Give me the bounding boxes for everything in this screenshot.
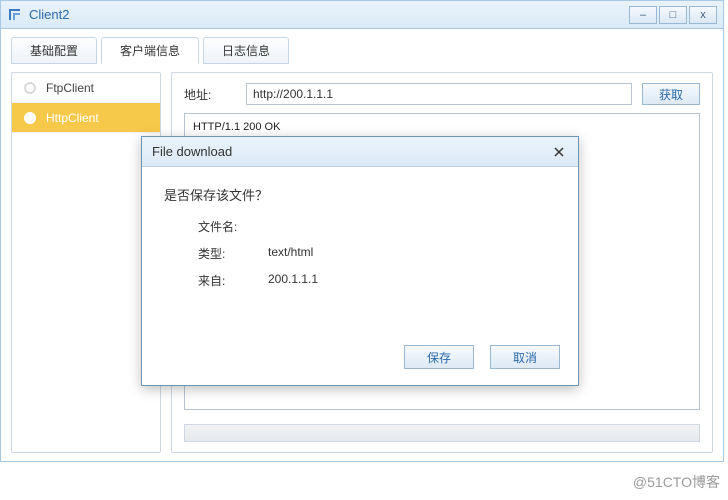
from-value: 200.1.1.1 — [268, 272, 318, 289]
tab-client-info[interactable]: 客户端信息 — [101, 37, 199, 64]
sidebar-item-httpclient[interactable]: HttpClient — [12, 103, 160, 133]
sidebar: FtpClient HttpClient — [11, 72, 161, 453]
address-label: 地址: — [184, 86, 236, 103]
type-value: text/html — [268, 245, 313, 262]
dialog-close-button[interactable] — [550, 143, 568, 161]
cancel-button[interactable]: 取消 — [490, 345, 560, 369]
dialog-titlebar: File download — [142, 137, 578, 167]
dialog-body: 是否保存该文件？ 文件名: 类型: text/html 来自: 200.1.1.… — [142, 167, 578, 335]
address-input[interactable] — [246, 83, 632, 105]
close-icon — [553, 146, 565, 158]
sidebar-item-label: HttpClient — [46, 111, 99, 125]
from-label: 来自: — [198, 272, 268, 289]
dialog-row-type: 类型: text/html — [198, 245, 556, 262]
app-icon — [7, 7, 23, 23]
dialog-prompt: 是否保存该文件？ — [164, 185, 556, 204]
fetch-button[interactable]: 获取 — [642, 83, 700, 105]
dialog-row-from: 来自: 200.1.1.1 — [198, 272, 556, 289]
window-title: Client2 — [29, 7, 629, 22]
maximize-button[interactable]: □ — [659, 6, 687, 24]
close-button[interactable]: x — [689, 6, 717, 24]
watermark: @51CTO博客 — [633, 472, 720, 492]
minimize-button[interactable]: – — [629, 6, 657, 24]
radio-icon — [24, 82, 36, 94]
tab-log-info[interactable]: 日志信息 — [203, 37, 289, 64]
file-download-dialog: File download 是否保存该文件？ 文件名: 类型: text/htm… — [141, 136, 579, 386]
filename-label: 文件名: — [198, 218, 268, 235]
app-window: Client2 – □ x 基础配置 客户端信息 日志信息 FtpClient … — [0, 0, 724, 462]
titlebar: Client2 – □ x — [1, 1, 723, 29]
status-bar — [184, 424, 700, 442]
dialog-actions: 保存 取消 — [142, 335, 578, 385]
dialog-title: File download — [152, 144, 550, 159]
type-label: 类型: — [198, 245, 268, 262]
dialog-row-filename: 文件名: — [198, 218, 556, 235]
sidebar-item-label: FtpClient — [46, 81, 94, 95]
address-row: 地址: 获取 — [184, 83, 700, 105]
window-controls: – □ x — [629, 6, 717, 24]
tab-bar: 基础配置 客户端信息 日志信息 — [11, 37, 713, 64]
sidebar-item-ftpclient[interactable]: FtpClient — [12, 73, 160, 103]
radio-icon — [24, 112, 36, 124]
save-button[interactable]: 保存 — [404, 345, 474, 369]
tab-basic-config[interactable]: 基础配置 — [11, 37, 97, 64]
